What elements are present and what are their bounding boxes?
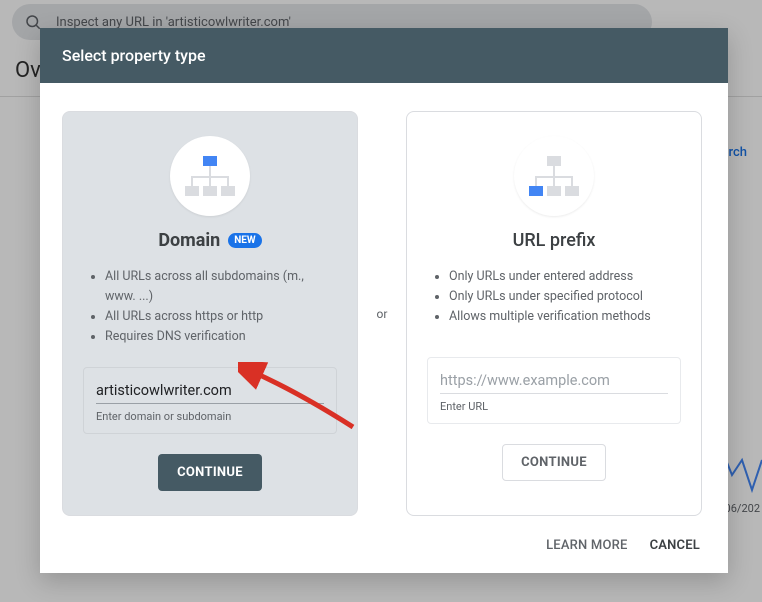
domain-input-wrap: Enter domain or subdomain <box>83 367 337 434</box>
list-item: All URLs across https or http <box>105 307 337 327</box>
domain-property-card[interactable]: Domain new All URLs across all subdomain… <box>62 111 358 516</box>
list-item: Only URLs under specified protocol <box>449 287 681 307</box>
sitemap-icon <box>185 156 235 196</box>
list-item: Allows multiple verification methods <box>449 307 681 327</box>
dialog-body: Domain new All URLs across all subdomain… <box>40 83 728 528</box>
or-label: or <box>358 111 406 516</box>
dialog-title: Select property type <box>40 28 728 83</box>
url-input[interactable] <box>440 370 668 394</box>
url-continue-button[interactable]: CONTINUE <box>502 444 606 481</box>
url-input-wrap: Enter URL <box>427 357 681 424</box>
url-prefix-title: URL prefix <box>513 230 596 251</box>
cancel-button[interactable]: CANCEL <box>650 538 700 553</box>
url-prefix-property-card[interactable]: URL prefix Only URLs under entered addre… <box>406 111 702 516</box>
domain-icon-circle <box>170 136 250 216</box>
learn-more-link[interactable]: LEARN MORE <box>546 538 627 553</box>
new-badge: new <box>228 233 261 248</box>
list-item: Requires DNS verification <box>105 327 337 347</box>
url-helper: Enter URL <box>440 400 668 413</box>
domain-helper: Enter domain or subdomain <box>96 410 324 423</box>
sitemap-icon <box>529 156 579 196</box>
domain-input[interactable] <box>96 380 324 404</box>
domain-bullets: All URLs across all subdomains (m., www.… <box>83 267 337 347</box>
domain-continue-button[interactable]: CONTINUE <box>158 454 262 491</box>
list-item: Only URLs under entered address <box>449 267 681 287</box>
select-property-type-dialog: Select property type Domain new All URLs… <box>40 28 728 573</box>
domain-title: Domain <box>158 230 220 251</box>
url-bullets: Only URLs under entered address Only URL… <box>427 267 681 337</box>
dialog-footer: LEARN MORE CANCEL <box>40 528 728 573</box>
url-icon-circle <box>514 136 594 216</box>
list-item: All URLs across all subdomains (m., www.… <box>105 267 337 307</box>
